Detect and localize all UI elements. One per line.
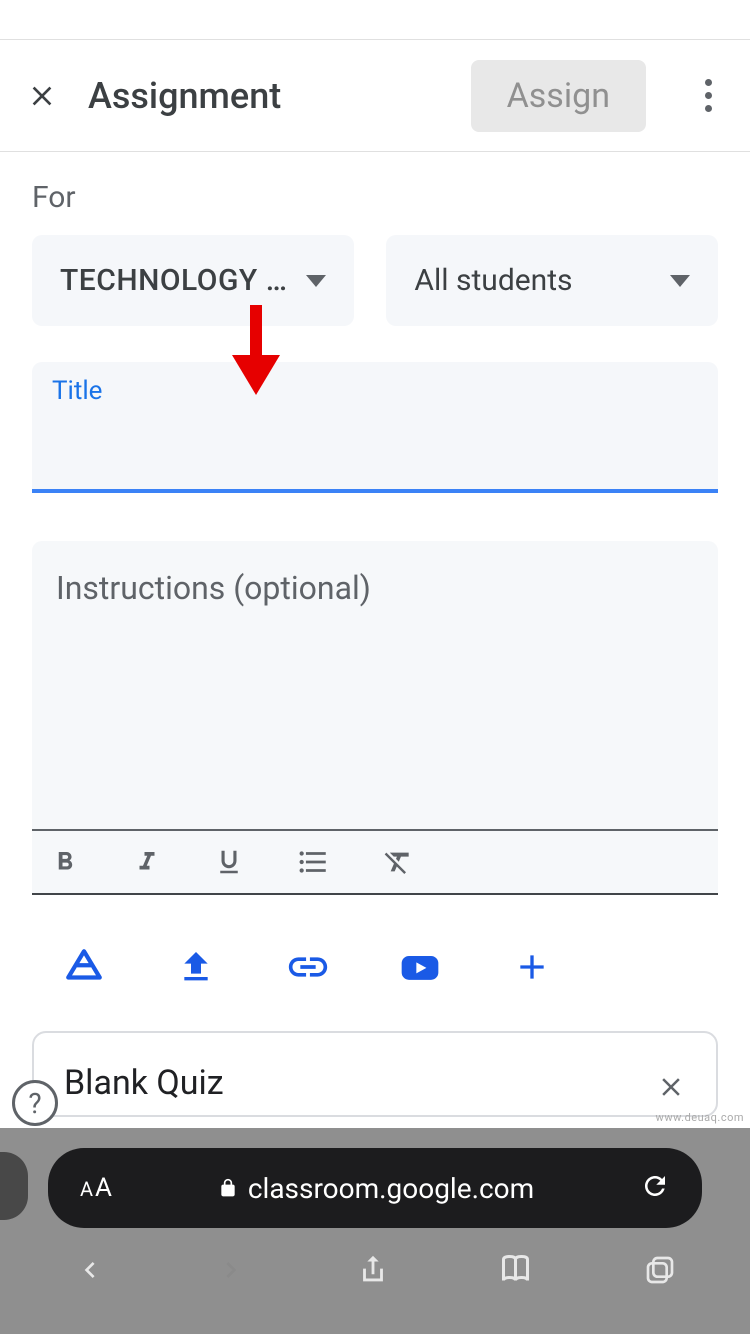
chevron-down-icon — [306, 275, 326, 287]
drive-icon — [63, 946, 105, 988]
title-field[interactable]: Title — [32, 362, 718, 493]
text-size-icon: A — [80, 1177, 93, 1201]
close-icon — [26, 80, 58, 112]
header: Assignment Assign — [0, 40, 750, 152]
url-text: classroom.google.com — [248, 1172, 534, 1205]
chevron-down-icon — [670, 275, 690, 287]
bold-button[interactable] — [50, 847, 80, 877]
safari-chrome: AA classroom.google.com — [0, 1128, 750, 1334]
italic-button[interactable] — [132, 847, 162, 877]
youtube-icon — [398, 945, 442, 989]
class-selector[interactable]: TECHNOLOGY … — [32, 235, 354, 326]
instructions-input[interactable]: Instructions (optional) — [32, 541, 718, 831]
more-options-button[interactable] — [690, 79, 726, 112]
status-bar — [0, 0, 750, 40]
content: For TECHNOLOGY … All students Title Inst… — [0, 152, 750, 1117]
for-label: For — [32, 180, 718, 215]
close-icon — [656, 1072, 686, 1102]
reload-icon — [640, 1171, 670, 1201]
clear-formatting-icon — [382, 846, 414, 878]
underline-icon — [214, 847, 244, 877]
title-input[interactable] — [52, 414, 698, 449]
underline-button[interactable] — [214, 847, 244, 877]
students-selector-label: All students — [414, 263, 572, 298]
title-label: Title — [52, 376, 698, 406]
url-display: classroom.google.com — [112, 1172, 640, 1205]
bulleted-list-icon — [296, 845, 330, 879]
attach-upload-button[interactable] — [164, 935, 228, 999]
forward-icon — [215, 1254, 247, 1286]
link-icon — [285, 944, 331, 990]
for-row: TECHNOLOGY … All students — [32, 235, 718, 326]
upload-icon — [176, 947, 216, 987]
clear-format-button[interactable] — [382, 846, 414, 878]
help-button[interactable]: ? — [12, 1080, 58, 1126]
attach-create-button[interactable] — [500, 935, 564, 999]
attach-link-button[interactable] — [276, 935, 340, 999]
remove-attachment-button[interactable] — [656, 1069, 686, 1111]
italic-icon — [132, 847, 162, 877]
attachment-title: Blank Quiz — [64, 1063, 224, 1103]
list-button[interactable] — [296, 845, 330, 879]
browser-share-button[interactable] — [356, 1253, 390, 1291]
browser-toolbar — [0, 1228, 750, 1316]
attach-drive-button[interactable] — [52, 935, 116, 999]
class-selector-label: TECHNOLOGY … — [60, 263, 287, 298]
attachment-card[interactable]: Blank Quiz — [32, 1031, 718, 1117]
bookmarks-icon — [499, 1252, 535, 1288]
close-button[interactable] — [24, 78, 60, 114]
browser-tabs-button[interactable] — [644, 1254, 676, 1290]
share-icon — [356, 1253, 390, 1287]
help-icon: ? — [28, 1087, 41, 1120]
bold-icon — [50, 847, 80, 877]
students-selector[interactable]: All students — [386, 235, 718, 326]
browser-back-button[interactable] — [74, 1254, 106, 1290]
browser-forward-button[interactable] — [215, 1254, 247, 1290]
back-icon — [74, 1254, 106, 1286]
browser-bookmarks-button[interactable] — [499, 1252, 535, 1292]
text-size-button[interactable]: AA — [80, 1173, 112, 1203]
tabs-icon — [644, 1254, 676, 1286]
assign-button[interactable]: Assign — [471, 60, 646, 132]
attachment-toolbar — [32, 935, 718, 1031]
instructions-placeholder: Instructions (optional) — [56, 569, 694, 607]
page-title: Assignment — [88, 75, 443, 117]
more-vert-icon — [705, 79, 712, 86]
watermark: www.deuaq.com — [656, 1111, 744, 1124]
attach-youtube-button[interactable] — [388, 935, 452, 999]
instructions-section: Instructions (optional) — [32, 541, 718, 895]
lock-icon — [218, 1178, 238, 1198]
add-icon — [512, 947, 552, 987]
address-bar[interactable]: AA classroom.google.com — [48, 1148, 702, 1228]
annotation-arrow-icon — [232, 305, 280, 395]
reload-button[interactable] — [640, 1171, 670, 1205]
format-toolbar — [32, 831, 718, 895]
